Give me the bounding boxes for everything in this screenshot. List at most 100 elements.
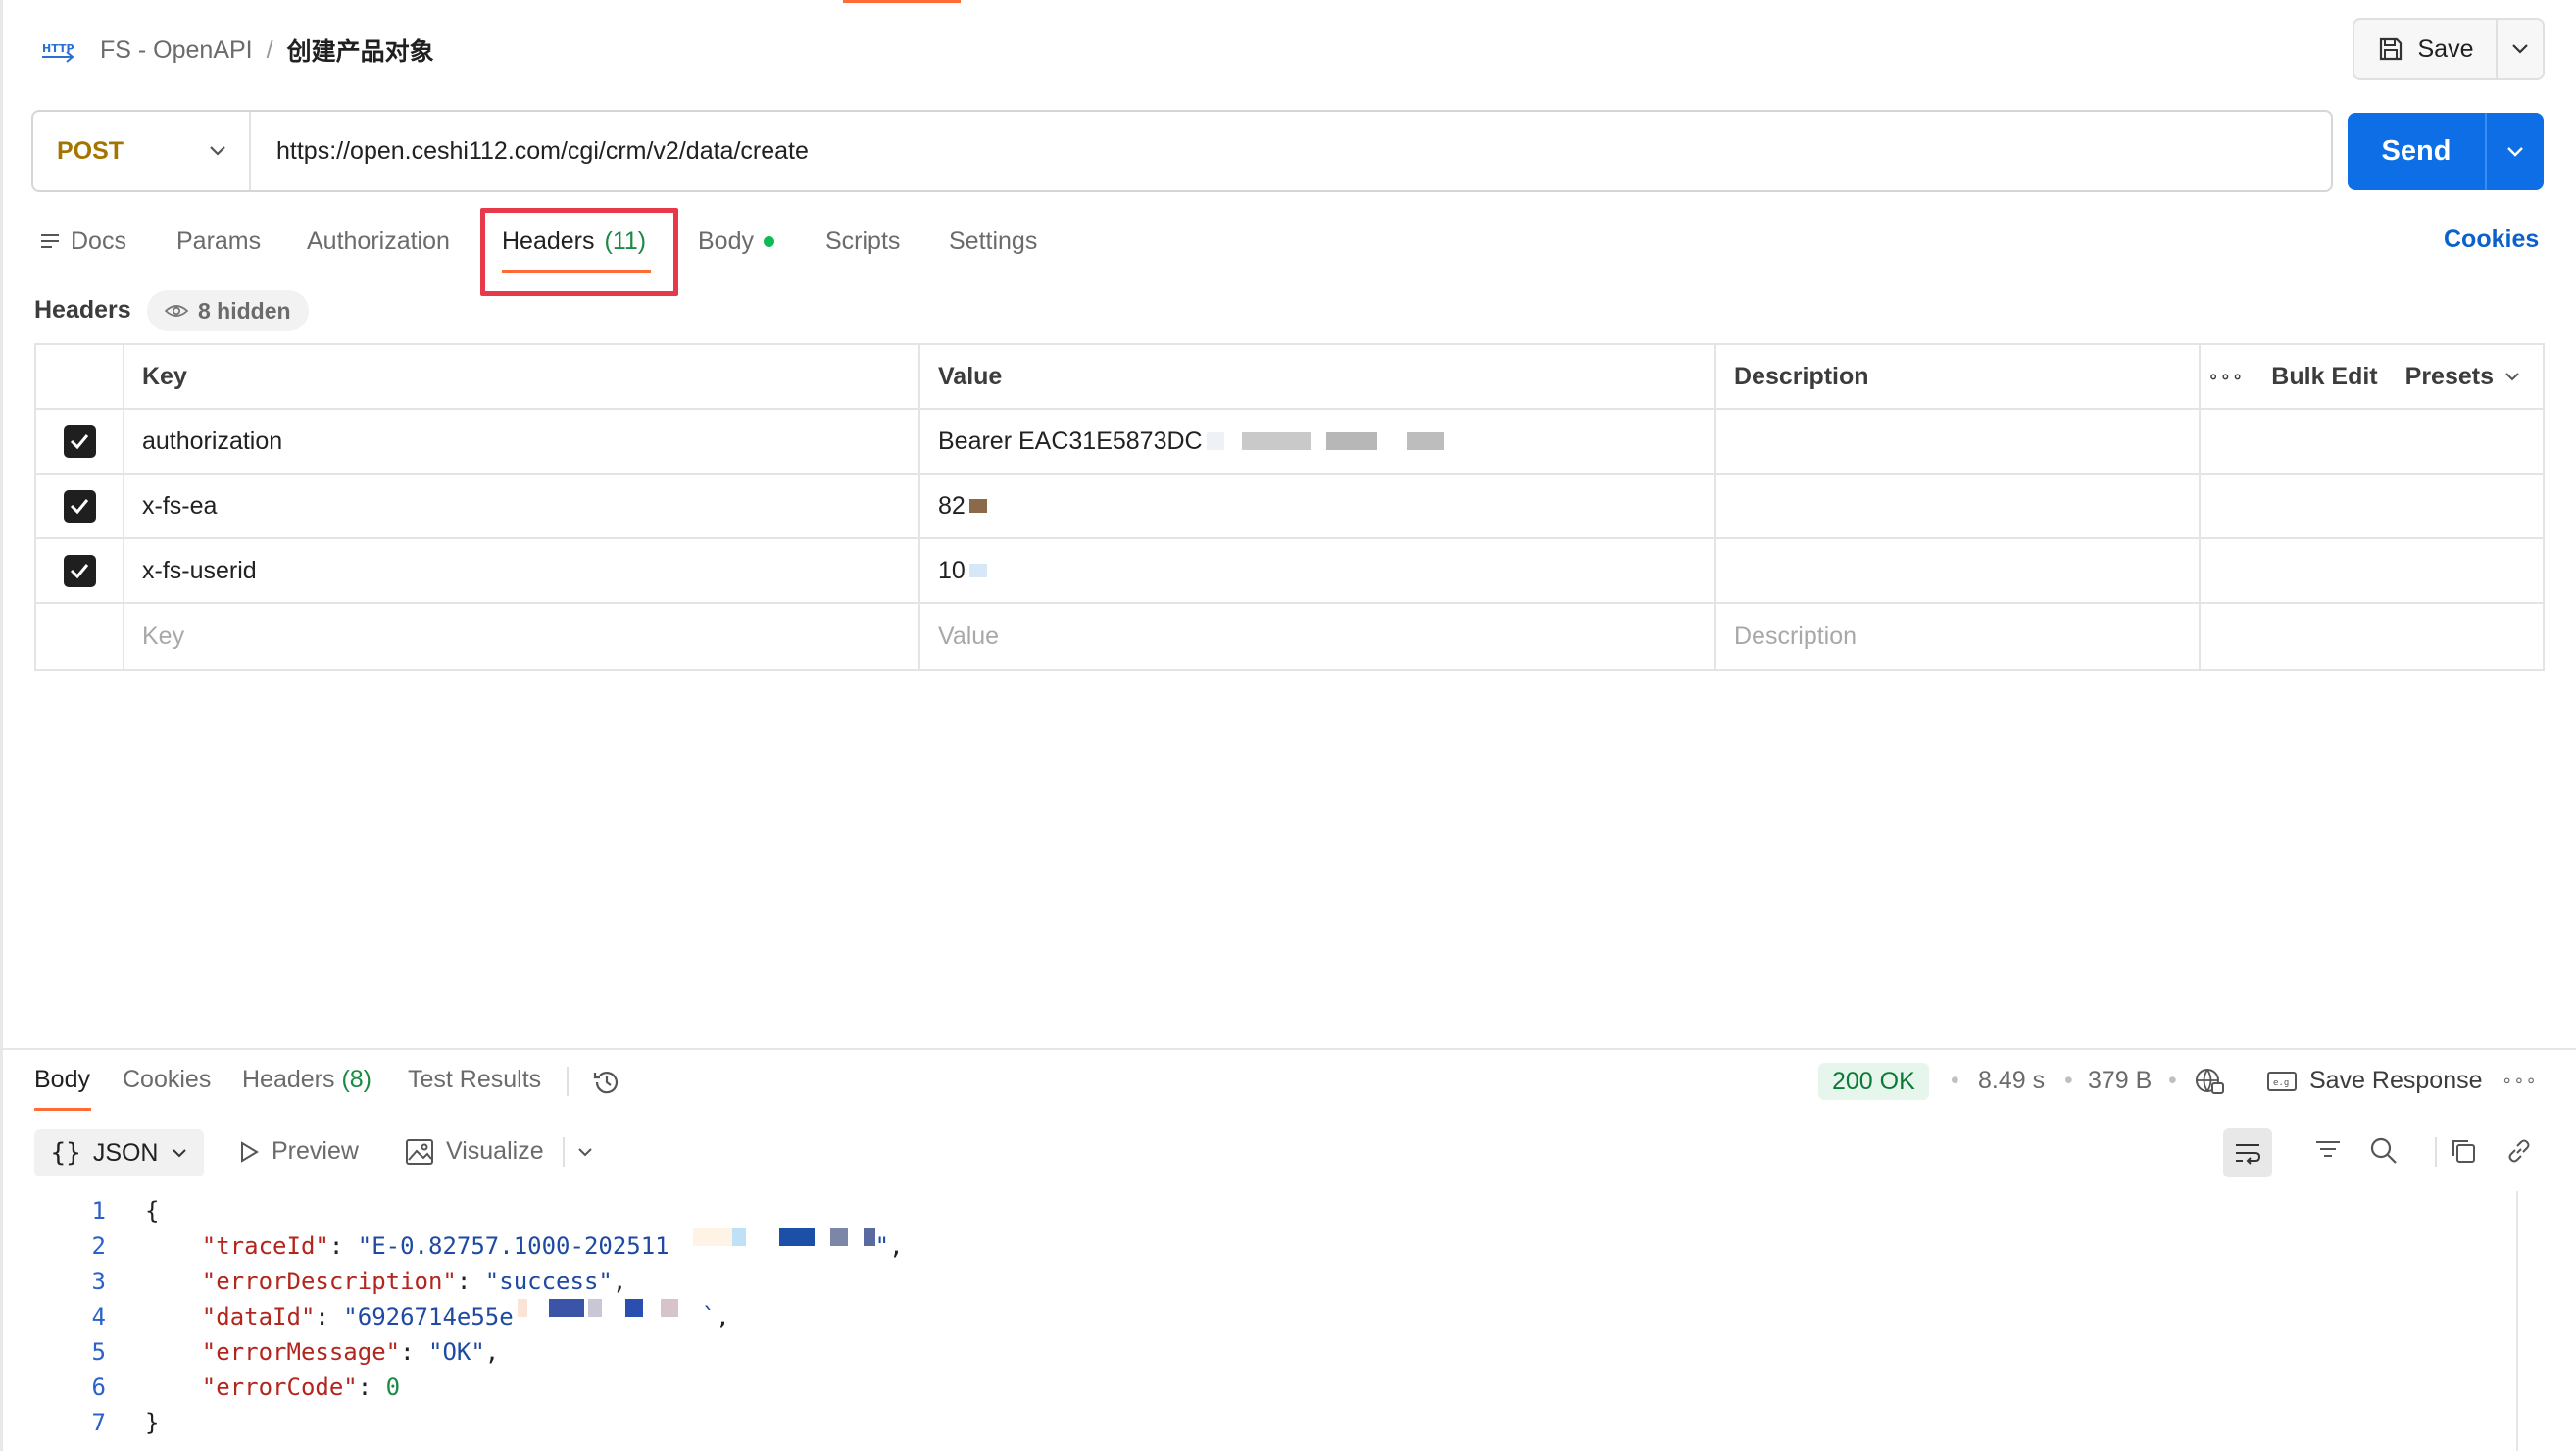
response-panel-divider[interactable]: [0, 1048, 2576, 1050]
search-icon[interactable]: [2369, 1136, 2399, 1171]
bulk-edit-button[interactable]: Bulk Edit: [2271, 363, 2377, 391]
code-line: 2 "traceId": "E-0.82757.1000-202511 ",: [59, 1228, 904, 1264]
breadcrumb-collection[interactable]: FS - OpenAPI: [100, 36, 253, 65]
row-checkbox[interactable]: [63, 425, 96, 458]
status-badge[interactable]: 200 OK: [1818, 1063, 1929, 1100]
wrap-lines-button[interactable]: [2223, 1128, 2272, 1177]
code-scrollbar[interactable]: [2516, 1191, 2518, 1451]
header-description[interactable]: [1716, 410, 2201, 473]
table-actions: ∘∘∘ Bulk Edit Presets: [2201, 345, 2543, 408]
send-options-button[interactable]: [2485, 113, 2544, 190]
http-request-icon: HTTP: [39, 33, 78, 67]
request-name[interactable]: 创建产品对象: [287, 32, 434, 68]
tab-body[interactable]: Body: [698, 222, 774, 261]
preview-label: Preview: [272, 1137, 359, 1165]
hidden-headers-label: 8 hidden: [198, 297, 291, 324]
code-line: 5 "errorMessage": "OK",: [59, 1334, 904, 1370]
redaction-mask: [968, 499, 987, 513]
tab-scripts[interactable]: Scripts: [825, 222, 900, 261]
save-response-icon: e.g: [2267, 1071, 2297, 1091]
response-tab-headers[interactable]: Headers (8): [242, 1066, 372, 1094]
breadcrumb: FS - OpenAPI / 创建产品对象: [100, 33, 434, 67]
code-line: 1{: [59, 1193, 904, 1228]
value-column-header: Value: [920, 345, 1716, 408]
row-checkbox[interactable]: [63, 554, 96, 587]
redaction-mask: [829, 1228, 848, 1246]
visualize-options-dropdown[interactable]: [576, 1145, 594, 1163]
json-key: "errorDescription": [201, 1268, 457, 1295]
header-value-cell[interactable]: 10: [920, 539, 1716, 602]
send-button[interactable]: Send: [2348, 113, 2485, 190]
response-tab-test-results[interactable]: Test Results: [408, 1066, 541, 1094]
redaction-mask: [548, 1299, 584, 1317]
new-key-input[interactable]: Key: [124, 604, 920, 669]
send-button-group: Send: [2348, 113, 2544, 190]
toolbar-separator: [567, 1067, 569, 1096]
cookies-link[interactable]: Cookies: [2444, 225, 2539, 254]
line-number: 5: [91, 1338, 106, 1366]
save-response-button[interactable]: e.g Save Response: [2266, 1067, 2483, 1095]
more-options-icon[interactable]: ∘∘∘: [2502, 1071, 2538, 1091]
filter-icon[interactable]: [2313, 1137, 2343, 1168]
header-key[interactable]: authorization: [124, 410, 920, 473]
code-line: 7}: [59, 1405, 904, 1440]
tab-settings[interactable]: Settings: [949, 222, 1037, 261]
response-tab-headers-count: (8): [341, 1066, 372, 1093]
response-code-viewer[interactable]: 1{ 2 "traceId": "E-0.82757.1000-202511 ",…: [59, 1193, 904, 1440]
header-key[interactable]: x-fs-ea: [124, 475, 920, 537]
link-icon[interactable]: [2504, 1136, 2534, 1171]
response-size[interactable]: 379 B: [2088, 1067, 2152, 1095]
new-description-input[interactable]: Description: [1716, 604, 2201, 669]
save-button[interactable]: Save: [2354, 20, 2496, 78]
image-icon: [406, 1138, 433, 1165]
save-response-label: Save Response: [2309, 1067, 2483, 1094]
active-tab-accent: [843, 0, 961, 3]
response-format-select[interactable]: {} JSON: [34, 1129, 204, 1176]
tab-authorization[interactable]: Authorization: [307, 222, 450, 261]
row-checkbox-cell: [36, 475, 124, 537]
header-value-cell[interactable]: Bearer EAC31E5873DC: [920, 410, 1716, 473]
response-tab-body[interactable]: Body: [34, 1066, 90, 1094]
line-number: 6: [91, 1374, 106, 1401]
response-time[interactable]: 8.49 s: [1978, 1067, 2045, 1095]
line-number: 7: [91, 1409, 106, 1436]
redaction-mask: [624, 1299, 643, 1317]
hidden-headers-toggle[interactable]: 8 hidden: [147, 290, 309, 331]
more-options-icon[interactable]: ∘∘∘: [2207, 367, 2244, 387]
header-description[interactable]: [1716, 539, 2201, 602]
header-value-cell[interactable]: 82: [920, 475, 1716, 537]
response-tab-headers-label: Headers: [242, 1066, 335, 1093]
visualize-button[interactable]: Visualize: [405, 1137, 544, 1166]
chevron-down-icon: [172, 1148, 186, 1157]
json-value: "OK": [428, 1338, 485, 1366]
network-globe-icon[interactable]: [2194, 1066, 2225, 1102]
code-line: 6 "errorCode": 0: [59, 1370, 904, 1405]
meta-separator: •: [2064, 1067, 2073, 1094]
redaction-mask: [863, 1228, 875, 1246]
save-options-button[interactable]: [2496, 20, 2543, 78]
redaction-mask: [1206, 432, 1224, 450]
chevron-down-icon: [2505, 372, 2519, 380]
preview-button[interactable]: Preview: [238, 1137, 359, 1166]
redaction-mask: [660, 1299, 678, 1317]
header-description[interactable]: [1716, 475, 2201, 537]
table-row: x-fs-userid 10: [36, 539, 2543, 604]
body-modified-indicator: [763, 235, 774, 247]
code-line: 4 "dataId": "6926714e55e `,: [59, 1299, 904, 1334]
method-select[interactable]: POST: [33, 112, 251, 190]
save-label: Save: [2417, 34, 2474, 63]
header-value: 10: [938, 556, 966, 584]
table-row: authorization Bearer EAC31E5873DC: [36, 410, 2543, 475]
presets-dropdown[interactable]: Presets: [2405, 363, 2521, 391]
url-input[interactable]: https://open.ceshi112.com/cgi/crm/v2/dat…: [251, 137, 809, 166]
row-checkbox[interactable]: [63, 489, 96, 523]
tab-docs[interactable]: Docs: [39, 222, 126, 261]
tab-docs-label: Docs: [71, 226, 126, 255]
history-icon[interactable]: [591, 1067, 622, 1103]
copy-icon[interactable]: [2449, 1136, 2478, 1171]
new-value-input[interactable]: Value: [920, 604, 1716, 669]
tab-params[interactable]: Params: [176, 222, 261, 261]
response-tab-cookies[interactable]: Cookies: [123, 1066, 211, 1094]
header-value: 82: [938, 491, 966, 520]
header-key[interactable]: x-fs-userid: [124, 539, 920, 602]
